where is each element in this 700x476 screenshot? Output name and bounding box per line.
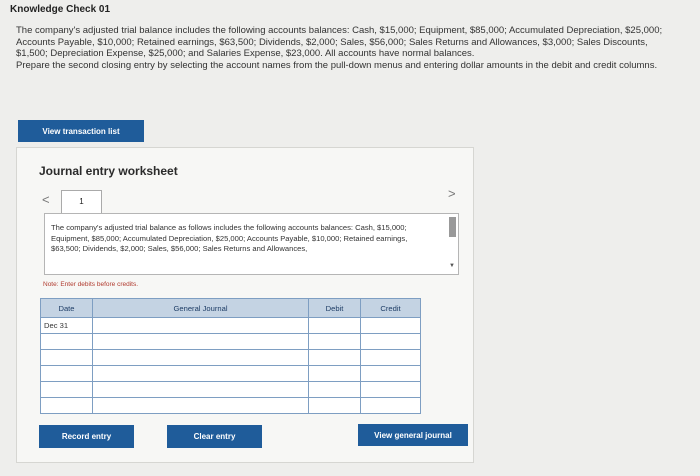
debit-input[interactable] [308,317,361,334]
scrollbar-thumb[interactable] [449,217,456,237]
date-cell [40,365,93,382]
debit-input[interactable] [308,349,361,366]
table-row [40,333,421,350]
worksheet-title: Journal entry worksheet [39,164,178,178]
credit-input[interactable] [360,365,421,382]
credit-header: Credit [360,298,421,318]
table-row [40,365,421,382]
date-cell [40,381,93,398]
date-cell [40,333,93,350]
page-title: Knowledge Check 01 [10,4,111,15]
debit-input[interactable] [308,381,361,398]
table-row [40,397,421,414]
date-cell [40,349,93,366]
journal-table: Date General Journal Debit Credit Dec 31 [40,298,421,414]
transaction-description: The company's adjusted trial balance as … [44,213,459,275]
date-header: Date [40,298,93,318]
credit-input[interactable] [360,349,421,366]
record-entry-button[interactable]: Record entry [39,425,134,448]
debit-input[interactable] [308,365,361,382]
table-row [40,381,421,398]
problem-instruction: Prepare the second closing entry by sele… [16,59,658,71]
account-select[interactable] [92,333,309,350]
journal-entry-worksheet: Journal entry worksheet < 1 > The compan… [16,147,474,463]
view-general-journal-button[interactable]: View general journal [358,424,468,446]
prev-arrow-icon[interactable]: < [42,192,50,207]
general-journal-header: General Journal [92,298,309,318]
account-select[interactable] [92,365,309,382]
journal-header-row: Date General Journal Debit Credit [40,298,421,318]
next-arrow-icon[interactable]: > [448,186,456,201]
table-row [40,349,421,366]
problem-statement: The company's adjusted trial balance inc… [16,25,663,59]
account-select[interactable] [92,317,309,334]
debit-header: Debit [308,298,361,318]
page-tab-1[interactable]: 1 [61,190,102,214]
debit-input[interactable] [308,333,361,350]
date-cell [40,397,93,414]
account-select[interactable] [92,381,309,398]
date-cell: Dec 31 [40,317,93,334]
account-select[interactable] [92,397,309,414]
credit-input[interactable] [360,381,421,398]
problem-text: The company's adjusted trial balance inc… [16,25,676,71]
credit-input[interactable] [360,333,421,350]
table-row: Dec 31 [40,317,421,334]
description-text: The company's adjusted trial balance as … [51,223,408,253]
clear-entry-button[interactable]: Clear entry [167,425,262,448]
account-select[interactable] [92,349,309,366]
credit-input[interactable] [360,317,421,334]
credit-input[interactable] [360,397,421,414]
scroll-down-icon[interactable]: ▼ [449,261,455,272]
description-scrollbar[interactable]: ▼ [449,217,456,271]
debit-input[interactable] [308,397,361,414]
note-text: Note: Enter debits before credits. [43,281,139,288]
view-transaction-list-button[interactable]: View transaction list [18,120,144,142]
